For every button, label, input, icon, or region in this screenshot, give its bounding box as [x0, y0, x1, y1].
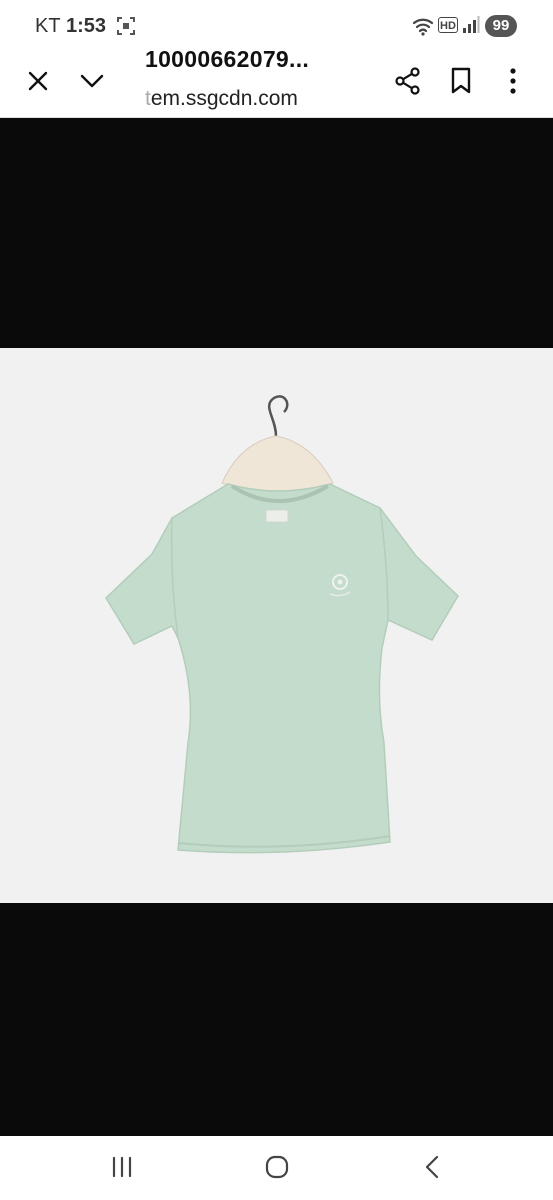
page-title: 10000662079... [145, 46, 310, 72]
custom-tab-toolbar: 10000662079... tem.ssgcdn.com [0, 46, 553, 118]
system-nav-bar [0, 1136, 553, 1200]
tshirt-body [105, 483, 459, 854]
page-title-block[interactable]: 10000662079... tem.ssgcdn.com [145, 46, 375, 111]
more-vertical-icon[interactable] [503, 66, 523, 101]
back-icon[interactable] [422, 1154, 442, 1185]
clock: 1:53 [66, 15, 107, 37]
hd-badge: HD [438, 17, 458, 33]
product-image[interactable] [0, 348, 553, 903]
page-url: tem.ssgcdn.com [145, 87, 375, 111]
share-icon[interactable] [393, 66, 423, 101]
hanger-hook [268, 395, 289, 437]
tshirt-label [265, 509, 289, 523]
signal-icon [462, 16, 480, 39]
hanger-body [221, 435, 334, 492]
page-url-domain: em.ssgcdn.com [150, 87, 298, 110]
carrier-label: KT [35, 15, 61, 37]
recents-icon[interactable] [110, 1154, 134, 1185]
image-viewer[interactable] [0, 118, 553, 1136]
tshirt-illustration [105, 395, 459, 854]
home-icon[interactable] [264, 1154, 290, 1185]
wifi-icon [412, 15, 436, 42]
bookmark-icon[interactable] [449, 66, 475, 101]
chevron-down-icon[interactable] [78, 67, 106, 100]
close-icon[interactable] [24, 67, 52, 100]
screenshot-icon [116, 16, 136, 41]
battery-indicator: 99 [485, 15, 517, 37]
